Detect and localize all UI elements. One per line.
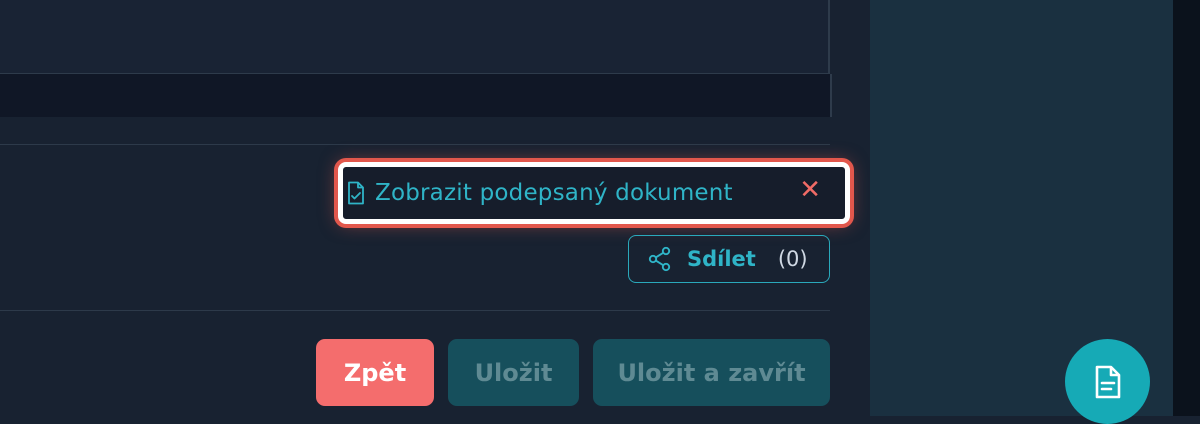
document-fab-button[interactable] (1065, 339, 1150, 424)
save-button[interactable]: Uložit (448, 339, 579, 406)
share-icon (647, 246, 673, 272)
share-button[interactable]: Sdílet (0) (628, 235, 830, 283)
share-label: Sdílet (687, 247, 756, 271)
view-signed-document-link[interactable]: Zobrazit podepsaný dokument ✕ (338, 162, 850, 224)
main-panel: Zobrazit podepsaný dokument ✕ Sdílet (0)… (0, 0, 870, 416)
content-footer-strip (0, 74, 832, 117)
window-edge (1173, 0, 1200, 416)
save-and-close-button[interactable]: Uložit a zavřít (593, 339, 830, 406)
content-card (0, 0, 830, 74)
file-signature-icon (347, 181, 365, 205)
divider (0, 310, 830, 311)
back-button[interactable]: Zpět (316, 339, 434, 406)
divider (0, 144, 830, 145)
view-signed-document-label: Zobrazit podepsaný dokument (375, 180, 733, 206)
document-icon (1093, 364, 1123, 400)
close-icon[interactable]: ✕ (799, 177, 821, 203)
share-count: (0) (777, 247, 808, 271)
